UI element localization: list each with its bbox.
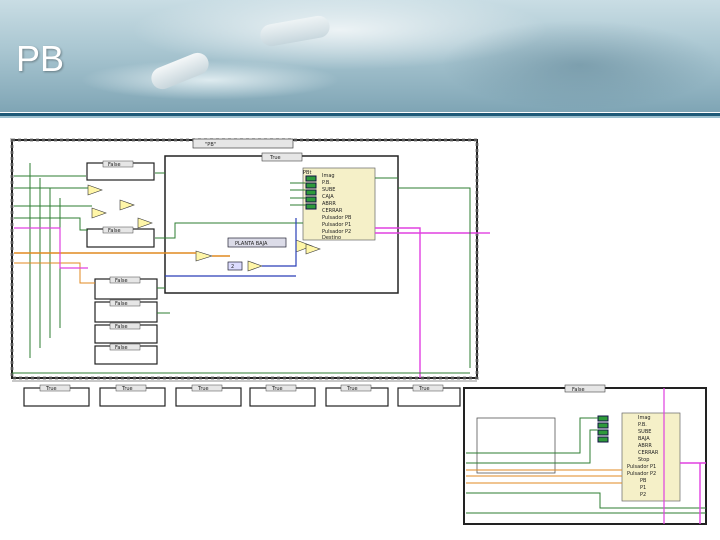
enum-constant-label: PLANTA BAJA xyxy=(235,241,268,247)
cluster-label: PBt xyxy=(303,170,311,176)
case-selector-upper-label: "PB" xyxy=(205,142,216,148)
case-selector-inner-label: True xyxy=(269,155,281,161)
cluster-item: Imag xyxy=(322,173,335,179)
cluster-item: Stop xyxy=(638,457,649,463)
cluster-item: PB xyxy=(640,478,647,484)
cluster-item: Imag xyxy=(638,415,651,421)
cluster-item: Pulsador PB xyxy=(322,215,352,221)
cluster-item: CAJA xyxy=(322,194,334,200)
case-label: False xyxy=(115,324,128,330)
header-shadow xyxy=(440,20,720,110)
cluster-item: CERRAR xyxy=(322,208,343,214)
case-label: False xyxy=(115,345,128,351)
boolean-terminals xyxy=(305,175,317,210)
case-label: False xyxy=(115,301,128,307)
cluster-item: P.B. xyxy=(322,180,331,186)
cluster-item: P2 xyxy=(640,492,646,498)
case-selector-lower-right-label: False xyxy=(572,387,585,393)
cluster-item: P.B. xyxy=(638,422,647,428)
slide-title: PB xyxy=(16,38,65,79)
cluster-item: CERRAR xyxy=(638,450,659,456)
case-label: True xyxy=(197,386,209,392)
cluster-item: BAJA xyxy=(638,436,650,442)
case-selector-inner[interactable] xyxy=(261,152,303,162)
cluster-item: ABRR xyxy=(638,443,652,449)
case-label: True xyxy=(346,386,358,392)
cluster-bundle-lower xyxy=(621,412,681,502)
cluster-item: Pulsador P1 xyxy=(627,464,656,470)
numeric-constant-label: 2 xyxy=(231,264,234,270)
cluster-item: SUBE xyxy=(638,429,651,435)
cluster-item: SUBE xyxy=(322,187,335,193)
row-divider xyxy=(12,380,477,382)
case-label: False xyxy=(108,228,121,234)
header-highlight xyxy=(80,60,340,100)
slide-header: PB xyxy=(0,0,720,112)
empty-frame xyxy=(476,417,556,474)
cluster-item: Pulsador P2 xyxy=(627,471,656,477)
cluster-item: Pulsador P1 xyxy=(322,222,351,228)
case-label: False xyxy=(115,278,128,284)
block-diagram: "PB" True PBt Imag P.B. SUBE CAJA ABRR C… xyxy=(10,138,707,525)
case-label: True xyxy=(418,386,430,392)
case-selector-lower-right[interactable] xyxy=(564,384,606,393)
case-label: False xyxy=(108,162,121,168)
bottom-case-structures: True True True True True True xyxy=(23,384,461,407)
case-label: True xyxy=(271,386,283,392)
cluster-item: ABRR xyxy=(322,201,336,207)
case-label: True xyxy=(121,386,133,392)
cluster-item: Destino xyxy=(322,235,341,241)
case-label: True xyxy=(45,386,57,392)
cluster-item: P1 xyxy=(640,485,646,491)
